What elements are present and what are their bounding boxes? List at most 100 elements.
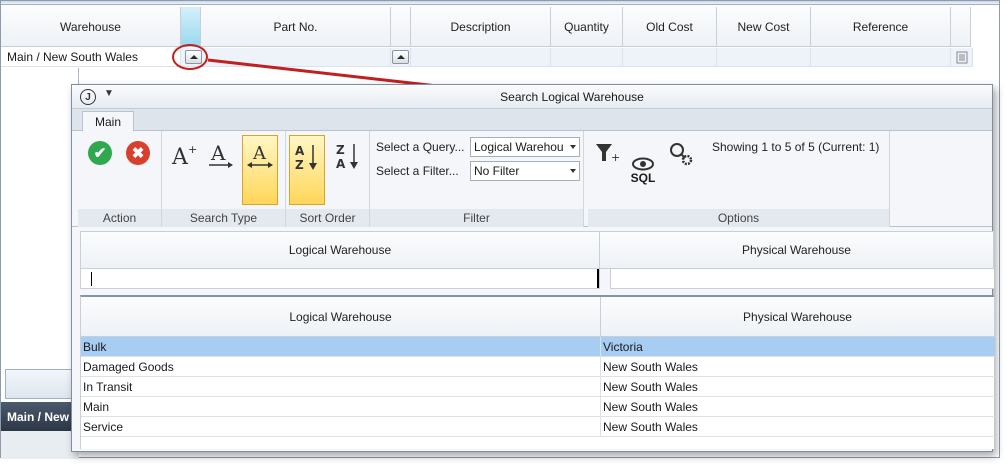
scroll-area[interactable] bbox=[5, 369, 79, 399]
table-row[interactable]: In Transit New South Wales bbox=[81, 377, 995, 397]
cell-logical-warehouse: Main bbox=[81, 397, 601, 417]
search-gear-icon bbox=[670, 143, 693, 166]
trash-icon[interactable] bbox=[955, 50, 969, 64]
cell-old-cost[interactable] bbox=[623, 48, 717, 67]
group-action: ✔ ✖ Action bbox=[78, 131, 162, 227]
sort-descending-button[interactable]: ZA bbox=[330, 135, 366, 205]
svg-text:Z: Z bbox=[336, 143, 345, 157]
query-label: Select a Query... bbox=[376, 140, 465, 154]
col-header-new-cost[interactable]: New Cost bbox=[717, 7, 811, 47]
group-label-action: Action bbox=[78, 209, 161, 227]
cell-logical-warehouse: Bulk bbox=[81, 337, 601, 357]
filter-input-logical[interactable] bbox=[80, 269, 600, 289]
search-contains-button[interactable]: A bbox=[204, 135, 240, 205]
check-icon: ✔ bbox=[88, 141, 112, 165]
group-sort-order: AZ ZA Sort Order bbox=[286, 131, 370, 227]
text-grow-icon: A + bbox=[171, 143, 197, 169]
part-lookup-button[interactable] bbox=[392, 50, 409, 64]
search-starts-with-button[interactable]: A + bbox=[166, 135, 202, 205]
cell-delete[interactable] bbox=[951, 48, 973, 67]
query-select-value: Logical Warehou bbox=[474, 140, 564, 154]
table-row[interactable]: Damaged Goods New South Wales bbox=[81, 357, 995, 377]
cell-physical-warehouse: New South Wales bbox=[603, 380, 698, 394]
sort-ascending-icon: AZ bbox=[295, 144, 317, 172]
filter-select-value: No Filter bbox=[474, 164, 520, 178]
showing-status: Showing 1 to 5 of 5 (Current: 1) bbox=[712, 140, 880, 154]
col-header-spacer bbox=[391, 7, 411, 47]
col-header-old-cost[interactable]: Old Cost bbox=[623, 7, 717, 47]
sort-ascending-button[interactable]: AZ bbox=[289, 135, 325, 205]
text-both-icon: A bbox=[247, 143, 273, 168]
cell-quantity[interactable] bbox=[551, 48, 623, 67]
text-cursor bbox=[91, 272, 92, 286]
col-header-selected-marker bbox=[181, 7, 201, 47]
status-bar-text: Main / New bbox=[1, 402, 79, 431]
chevron-down-icon bbox=[570, 145, 576, 149]
chevron-down-icon bbox=[570, 169, 576, 173]
search-dialog: J ▼ Search Logical Warehouse Main ✔ ✖ Ac… bbox=[71, 84, 995, 452]
svg-text:A: A bbox=[336, 157, 346, 171]
cell-physical-warehouse: New South Wales bbox=[603, 360, 698, 374]
cell-physical-warehouse: New South Wales bbox=[603, 400, 698, 414]
cell-physical-warehouse: New South Wales bbox=[603, 420, 698, 434]
ribbon: ✔ ✖ Action A + A A Search Type AZ Z A So… bbox=[72, 131, 992, 227]
filter-col-header-logical[interactable]: Logical Warehouse bbox=[80, 231, 600, 269]
group-label-search-type: Search Type bbox=[162, 209, 285, 227]
cell-warehouse[interactable]: Main / New South Wales bbox=[1, 48, 181, 67]
group-search-type: A + A A Search Type bbox=[162, 131, 286, 227]
results-grid: Logical Warehouse Physical Warehouse Bul… bbox=[80, 295, 995, 449]
funnel-icon: + bbox=[596, 144, 620, 164]
search-exact-button[interactable]: A bbox=[242, 135, 278, 205]
table-row[interactable]: Main New South Wales bbox=[81, 397, 995, 417]
cell-warehouse-lookup[interactable] bbox=[181, 48, 391, 67]
ok-button[interactable]: ✔ bbox=[82, 135, 118, 205]
sql-label: SQL bbox=[630, 171, 656, 185]
svg-text:A: A bbox=[252, 143, 267, 164]
cell-physical-warehouse: Victoria bbox=[603, 340, 643, 354]
filter-add-button[interactable]: + bbox=[590, 135, 624, 205]
tab-main[interactable]: Main bbox=[82, 111, 134, 132]
cell-logical-warehouse: Damaged Goods bbox=[81, 357, 601, 377]
cell-reference[interactable] bbox=[811, 48, 951, 67]
filter-label: Select a Filter... bbox=[376, 164, 459, 178]
cell-new-cost[interactable] bbox=[717, 48, 811, 67]
cell-logical-warehouse: Service bbox=[81, 417, 601, 437]
filter-select[interactable]: No Filter bbox=[470, 161, 580, 181]
ribbon-tabs: Main bbox=[72, 109, 992, 132]
svg-text:+: + bbox=[188, 143, 197, 156]
group-filter: Select a Query... Logical Warehou Select… bbox=[370, 131, 584, 227]
col-header-quantity[interactable]: Quantity bbox=[551, 7, 623, 47]
search-settings-button[interactable] bbox=[664, 135, 698, 205]
results-col-header-logical[interactable]: Logical Warehouse bbox=[81, 297, 601, 337]
col-header-description[interactable]: Description bbox=[411, 7, 551, 47]
col-header-warehouse[interactable]: Warehouse bbox=[1, 7, 181, 47]
cell-description[interactable] bbox=[411, 48, 551, 67]
left-panel bbox=[5, 68, 79, 368]
svg-text:Z: Z bbox=[295, 158, 304, 172]
col-header-part-no[interactable]: Part No. bbox=[201, 7, 391, 47]
filter-col-header-physical[interactable]: Physical Warehouse bbox=[600, 231, 994, 269]
table-row[interactable]: Bulk Victoria bbox=[81, 337, 995, 357]
text-arrow-icon: A bbox=[209, 141, 233, 168]
cell-partno-lookup[interactable] bbox=[391, 48, 411, 67]
col-header-end bbox=[951, 7, 971, 47]
svg-text:+: + bbox=[611, 151, 620, 164]
sql-button[interactable]: SQL bbox=[626, 135, 660, 205]
top-border bbox=[1, 1, 999, 5]
results-col-header-physical[interactable]: Physical Warehouse bbox=[601, 297, 995, 337]
filter-input-physical[interactable] bbox=[610, 269, 994, 289]
group-label-filter: Filter bbox=[370, 209, 583, 227]
sort-descending-icon: ZA bbox=[336, 143, 358, 171]
input-edge bbox=[597, 269, 599, 288]
table-row[interactable]: Service New South Wales bbox=[81, 417, 995, 437]
svg-text:A: A bbox=[295, 144, 305, 158]
close-icon: ✖ bbox=[126, 141, 150, 165]
group-label-sort-order: Sort Order bbox=[286, 209, 369, 227]
col-header-reference[interactable]: Reference bbox=[811, 7, 951, 47]
svg-text:A: A bbox=[210, 141, 226, 165]
query-select[interactable]: Logical Warehou bbox=[470, 137, 580, 157]
callout-circle bbox=[172, 44, 208, 70]
cell-logical-warehouse: In Transit bbox=[81, 377, 601, 397]
dialog-title: Search Logical Warehouse bbox=[500, 90, 644, 104]
cancel-button[interactable]: ✖ bbox=[120, 135, 156, 205]
